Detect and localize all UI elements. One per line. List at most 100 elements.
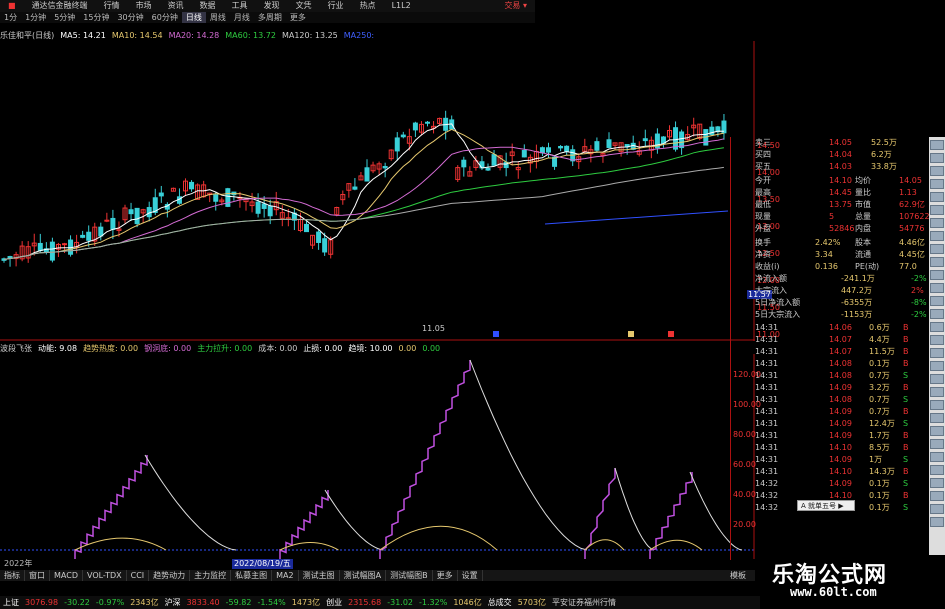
period-tab[interactable]: 60分钟	[148, 12, 182, 23]
indicator-tab[interactable]: MA2	[272, 570, 299, 581]
period-tab[interactable]: 月线	[230, 12, 254, 23]
template-button[interactable]: 模板	[730, 570, 746, 581]
crosshair-date: 2022/08/19/五	[232, 559, 293, 569]
toolbar-tool-icon[interactable]	[930, 361, 944, 371]
flow-percent: -2%	[911, 310, 927, 319]
toolbar-tool-icon[interactable]	[930, 478, 944, 488]
tick-time: 14:31	[755, 335, 779, 344]
menu-item[interactable]: 资讯	[160, 0, 192, 12]
candle-body	[316, 231, 322, 243]
indicator-tab[interactable]: 指标	[0, 570, 25, 581]
toolbar-tool-icon[interactable]	[930, 153, 944, 163]
toolbar-tool-icon[interactable]	[930, 166, 944, 176]
menu-item[interactable]: 热点	[352, 0, 384, 12]
indicator-tab[interactable]: CCI	[127, 570, 150, 581]
indicator-tab[interactable]: 主力监控	[190, 570, 232, 581]
menu-item[interactable]: 市场	[128, 0, 160, 12]
indicator-tab[interactable]: VOL-TDX	[83, 570, 127, 581]
candlestick-chart[interactable]: 11.05	[0, 41, 755, 341]
menu-item[interactable]: 文凭	[288, 0, 320, 12]
toolbar-tool-icon[interactable]	[930, 179, 944, 189]
tick-price: 14.09	[829, 407, 852, 416]
indicator-tab[interactable]: 测试主图	[299, 570, 340, 581]
menu-item[interactable]: 行情	[96, 0, 128, 12]
toolbar-tool-icon[interactable]	[930, 231, 944, 241]
period-tab[interactable]: 多周期	[254, 12, 286, 23]
candle-body	[86, 231, 92, 241]
menu-item[interactable]: 工具	[224, 0, 256, 12]
toolbar-tool-icon[interactable]	[930, 491, 944, 501]
toolbar-tool-icon[interactable]	[930, 387, 944, 397]
toolbar-tool-icon[interactable]	[930, 296, 944, 306]
indicator-tab[interactable]: 测试幅图A	[340, 570, 387, 581]
tick-side: S	[903, 503, 909, 512]
toolbar-tool-icon[interactable]	[930, 465, 944, 475]
toolbar-tool-icon[interactable]	[930, 413, 944, 423]
status-item: 2343亿	[130, 598, 159, 607]
indicator-chart[interactable]	[0, 354, 755, 559]
stat-label: 市值	[855, 200, 871, 209]
status-item: 1046亿	[453, 598, 482, 607]
candle-body	[267, 205, 273, 217]
toolbar-tool-icon[interactable]	[930, 192, 944, 202]
tick-time: 14:31	[755, 467, 779, 476]
toolbar-tool-icon[interactable]	[930, 309, 944, 319]
toolbar-tool-icon[interactable]	[930, 270, 944, 280]
toolbar-tool-icon[interactable]	[930, 439, 944, 449]
tick-time: 14:31	[755, 359, 779, 368]
toolbar-tool-icon[interactable]	[930, 283, 944, 293]
status-item: 3076.98	[25, 598, 59, 607]
period-tab[interactable]: 5分钟	[50, 12, 79, 23]
period-tab[interactable]: 周线	[206, 12, 230, 23]
period-tab[interactable]: 1分	[0, 12, 21, 23]
period-toolbar: 1分 1分钟 5分钟 15分钟 30分钟 60分钟 日线 周线 月线 多周期 更多	[0, 12, 535, 23]
menu-item[interactable]: 行业	[320, 0, 352, 12]
menu-item[interactable]: L1L2	[384, 0, 419, 12]
tick-side: B	[903, 467, 909, 476]
tick-volume: 0.1万	[869, 359, 890, 368]
candle-body	[606, 139, 612, 148]
quote-row: 14:31 14.10 14.3万 B	[731, 466, 929, 478]
toolbar-tool-icon[interactable]	[930, 335, 944, 345]
period-tab[interactable]: 30分钟	[113, 12, 147, 23]
indicator-tab[interactable]: 设置	[458, 570, 483, 581]
period-tab[interactable]: 日线	[181, 12, 206, 23]
toolbar-tool-icon[interactable]	[930, 348, 944, 358]
toolbar-tool-icon[interactable]	[930, 322, 944, 332]
period-tab[interactable]: 15分钟	[79, 12, 113, 23]
quote-row: 外盘 52846 内盘 54776	[731, 223, 929, 235]
quote-row: 买五 14.03 33.8万	[731, 161, 929, 173]
indicator-tick: 20.00	[733, 520, 756, 529]
indicator-tab[interactable]: 更多	[433, 570, 458, 581]
period-tab[interactable]: 更多	[286, 12, 310, 23]
toolbar-tool-icon[interactable]	[930, 400, 944, 410]
indicator-tab[interactable]: 趋势动力	[149, 570, 191, 581]
toolbar-tool-icon[interactable]	[930, 374, 944, 384]
tick-volume: 8.5万	[869, 443, 890, 452]
indicator-tab[interactable]: MACD	[50, 570, 83, 581]
indicator-tab[interactable]: 私募主图	[231, 570, 273, 581]
toolbar-tool-icon[interactable]	[930, 244, 944, 254]
stat-label: 最低	[755, 200, 771, 209]
menu-item[interactable]: 数据	[192, 0, 224, 12]
toolbar-tool-icon[interactable]	[930, 504, 944, 514]
menu-item[interactable]: 发现	[256, 0, 288, 12]
toolbar-tool-icon[interactable]	[930, 140, 944, 150]
indicator-tab[interactable]: 窗口	[25, 570, 50, 581]
period-tab[interactable]: 1分钟	[21, 12, 50, 23]
finance-value: 2.42%	[815, 238, 841, 247]
tick-time: 14:31	[755, 455, 779, 464]
toolbar-tool-icon[interactable]	[930, 205, 944, 215]
trade-menu-button[interactable]: 交易 ▾	[496, 0, 535, 12]
quote-row: 14:31 14.07 11.5万 B	[731, 346, 929, 358]
toolbar-tool-icon[interactable]	[930, 257, 944, 267]
popup-tooltip[interactable]: A 就单五号 ▶	[797, 500, 855, 511]
toolbar-tool-icon[interactable]	[930, 426, 944, 436]
candle-body	[594, 141, 600, 151]
toolbar-tool-icon[interactable]	[930, 218, 944, 228]
indicator-tab[interactable]: 测试幅图B	[386, 570, 433, 581]
toolbar-tool-icon[interactable]	[930, 517, 944, 527]
toolbar-tool-icon[interactable]	[930, 452, 944, 462]
status-item: -1.54%	[257, 598, 286, 607]
candle-body	[98, 226, 104, 237]
